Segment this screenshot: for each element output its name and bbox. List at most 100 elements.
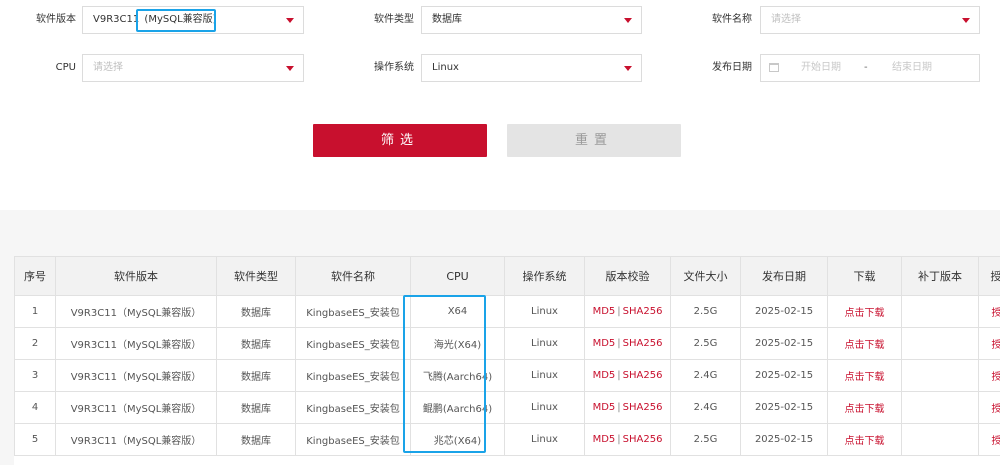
cell-cpu: X64 — [410, 295, 505, 328]
md5-link[interactable]: MD5 — [593, 434, 616, 445]
release-date-label: 发布日期 — [712, 62, 752, 73]
version-highlight-box — [136, 9, 216, 32]
end-date-input[interactable]: 结束日期 — [892, 55, 932, 81]
cell-date: 2025-02-15 — [740, 295, 828, 328]
cell-version: V9R3C11（MySQL兼容版） — [55, 327, 217, 360]
cell-version: V9R3C11（MySQL兼容版） — [55, 359, 217, 392]
license-link[interactable]: 授权 — [978, 423, 1000, 456]
checksum-separator: | — [617, 402, 621, 413]
header-os: 操作系统 — [504, 256, 585, 296]
table-row: 5 V9R3C11（MySQL兼容版） 数据库 KingbaseES_安装包 兆… — [14, 423, 1000, 456]
cell-os: Linux — [504, 295, 585, 328]
cell-date: 2025-02-15 — [740, 359, 828, 392]
caret-down-icon — [962, 18, 970, 23]
cell-size: 2.5G — [670, 295, 741, 328]
software-type-value: 数据库 — [432, 14, 462, 25]
license-link[interactable]: 授权 — [978, 359, 1000, 392]
checksum-separator: | — [617, 306, 621, 317]
cell-size: 2.5G — [670, 327, 741, 360]
sha256-link[interactable]: SHA256 — [623, 370, 663, 381]
cell-cpu: 兆芯(X64) — [410, 423, 505, 456]
cell-type: 数据库 — [216, 295, 296, 328]
table-row: 3 V9R3C11（MySQL兼容版） 数据库 KingbaseES_安装包 飞… — [14, 359, 1000, 392]
cell-size: 2.5G — [670, 423, 741, 456]
cell-patch — [901, 359, 979, 392]
checksum-separator: | — [617, 338, 621, 349]
download-link[interactable]: 点击下载 — [827, 327, 902, 360]
cell-checksum: MD5 | SHA256 — [584, 391, 671, 424]
cell-type: 数据库 — [216, 359, 296, 392]
software-name-placeholder: 请选择 — [771, 14, 801, 25]
table-row: 2 V9R3C11（MySQL兼容版） 数据库 KingbaseES_安装包 海… — [14, 327, 1000, 360]
reset-button[interactable]: 重置 — [507, 124, 681, 157]
software-version-label: 软件版本 — [36, 14, 76, 25]
cell-patch — [901, 295, 979, 328]
cell-patch — [901, 327, 979, 360]
os-select[interactable]: Linux — [421, 54, 642, 82]
cell-checksum: MD5 | SHA256 — [584, 423, 671, 456]
cell-index: 2 — [14, 327, 56, 360]
cpu-label: CPU — [55, 62, 76, 73]
header-name: 软件名称 — [295, 256, 411, 296]
cell-version: V9R3C11（MySQL兼容版） — [55, 391, 217, 424]
cell-index: 1 — [14, 295, 56, 328]
cell-cpu: 飞腾(Aarch64) — [410, 359, 505, 392]
cell-checksum: MD5 | SHA256 — [584, 295, 671, 328]
header-patch: 补丁版本 — [901, 256, 979, 296]
license-link[interactable]: 授权 — [978, 391, 1000, 424]
md5-link[interactable]: MD5 — [593, 306, 616, 317]
download-link[interactable]: 点击下载 — [827, 391, 902, 424]
os-value: Linux — [432, 62, 459, 73]
cell-os: Linux — [504, 327, 585, 360]
table-row: 1 V9R3C11（MySQL兼容版） 数据库 KingbaseES_安装包 X… — [14, 295, 1000, 328]
cpu-placeholder: 请选择 — [93, 62, 123, 73]
license-link[interactable]: 授权 — [978, 295, 1000, 328]
license-link[interactable]: 授权 — [978, 327, 1000, 360]
md5-link[interactable]: MD5 — [593, 338, 616, 349]
date-range-separator: - — [864, 62, 868, 73]
results-table: 序号 软件版本 软件类型 软件名称 CPU 操作系统 版本校验 文件大小 发布日… — [14, 256, 1000, 456]
cell-cpu: 海光(X64) — [410, 327, 505, 360]
filter-row-2: CPU 请选择 操作系统 Linux 发布日期 开始日期 - 结束日期 — [0, 54, 1000, 82]
caret-down-icon — [624, 66, 632, 71]
software-type-select[interactable]: 数据库 — [421, 6, 642, 34]
sha256-link[interactable]: SHA256 — [623, 306, 663, 317]
header-size: 文件大小 — [670, 256, 741, 296]
download-link[interactable]: 点击下载 — [827, 295, 902, 328]
cell-name: KingbaseES_安装包 — [295, 423, 411, 456]
software-version-value: V9R3C11 — [93, 14, 140, 25]
cell-name: KingbaseES_安装包 — [295, 295, 411, 328]
cell-patch — [901, 391, 979, 424]
md5-link[interactable]: MD5 — [593, 402, 616, 413]
download-link[interactable]: 点击下载 — [827, 423, 902, 456]
results-table-container: 序号 软件版本 软件类型 软件名称 CPU 操作系统 版本校验 文件大小 发布日… — [14, 256, 1000, 465]
cell-index: 5 — [14, 423, 56, 456]
table-row: 4 V9R3C11（MySQL兼容版） 数据库 KingbaseES_安装包 鲲… — [14, 391, 1000, 424]
cell-name: KingbaseES_安装包 — [295, 359, 411, 392]
header-date: 发布日期 — [740, 256, 828, 296]
cell-index: 4 — [14, 391, 56, 424]
header-version: 软件版本 — [55, 256, 217, 296]
cell-date: 2025-02-15 — [740, 391, 828, 424]
cell-os: Linux — [504, 359, 585, 392]
sha256-link[interactable]: SHA256 — [623, 434, 663, 445]
start-date-input[interactable]: 开始日期 — [801, 55, 841, 81]
cell-type: 数据库 — [216, 327, 296, 360]
release-date-range-picker[interactable]: 开始日期 - 结束日期 — [760, 54, 980, 82]
software-name-select[interactable]: 请选择 — [760, 6, 980, 34]
sha256-link[interactable]: SHA256 — [623, 402, 663, 413]
cell-patch — [901, 423, 979, 456]
os-label: 操作系统 — [374, 62, 414, 73]
cell-cpu: 鲲鹏(Aarch64) — [410, 391, 505, 424]
cell-os: Linux — [504, 391, 585, 424]
calendar-icon — [769, 63, 779, 72]
sha256-link[interactable]: SHA256 — [623, 338, 663, 349]
filter-button[interactable]: 筛选 — [313, 124, 487, 157]
md5-link[interactable]: MD5 — [593, 370, 616, 381]
cell-name: KingbaseES_安装包 — [295, 391, 411, 424]
cell-name: KingbaseES_安装包 — [295, 327, 411, 360]
cpu-select[interactable]: 请选择 — [82, 54, 304, 82]
download-link[interactable]: 点击下载 — [827, 359, 902, 392]
caret-down-icon — [286, 18, 294, 23]
caret-down-icon — [624, 18, 632, 23]
